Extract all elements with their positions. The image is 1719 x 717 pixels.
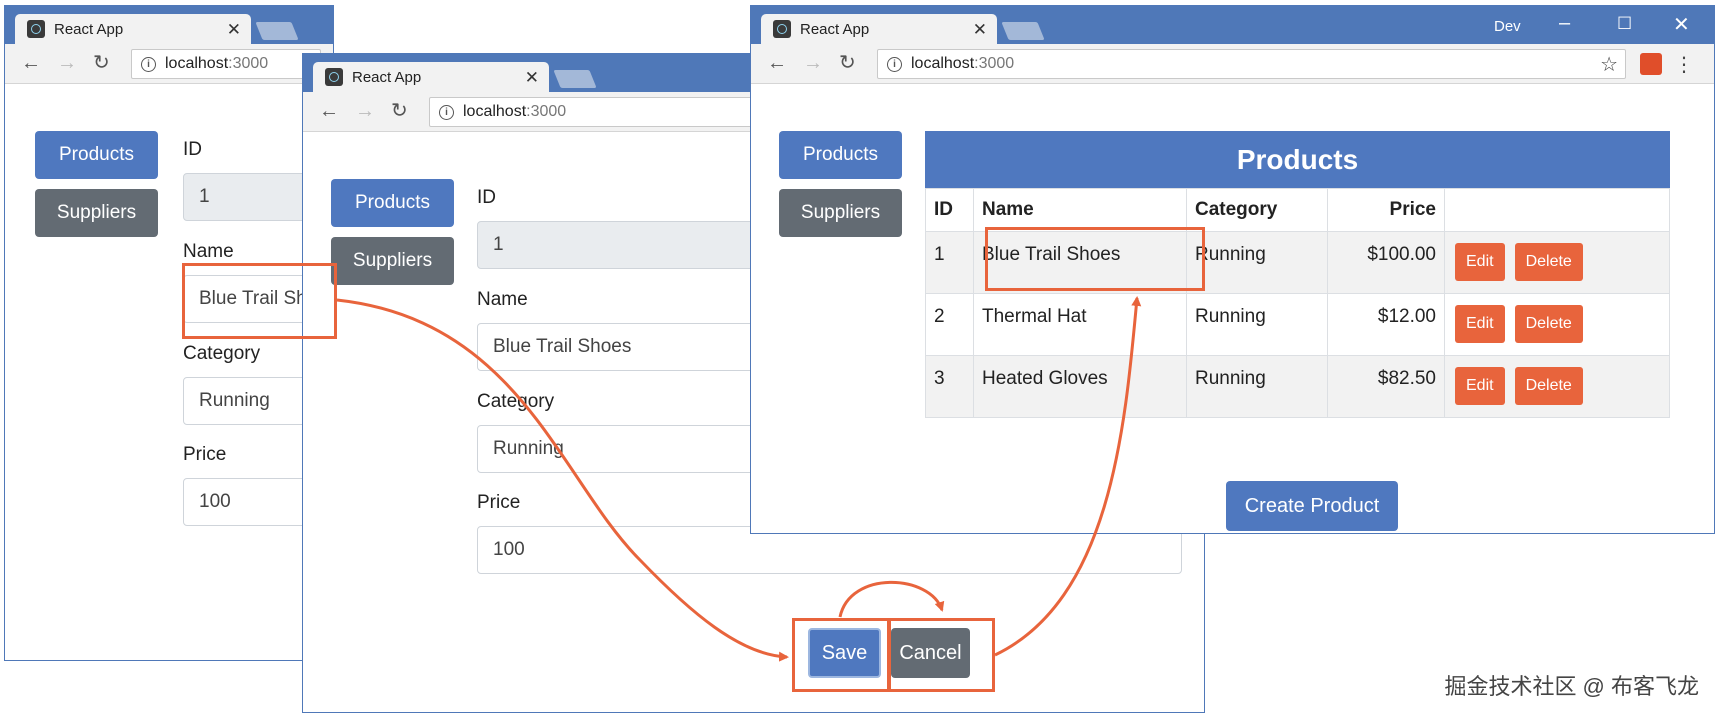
new-tab-button[interactable] (1001, 22, 1045, 40)
column-header-price: Price (1327, 188, 1445, 232)
react-favicon-icon (27, 20, 45, 38)
cell-price: $100.00 (1327, 231, 1445, 294)
cell-actions: Edit Delete (1444, 293, 1670, 356)
url-port: :3000 (526, 103, 567, 120)
react-favicon-icon (773, 20, 791, 38)
browser-window-product-table: React App ✕ Dev – ☐ ✕ ← → ↻ i localhost … (750, 5, 1715, 534)
url-host: localhost (463, 103, 527, 120)
cell-price: $82.50 (1327, 355, 1445, 418)
cell-id: 3 (925, 355, 974, 418)
cell-id: 1 (925, 231, 974, 294)
cell-category: Running (1186, 355, 1328, 418)
back-icon[interactable]: ← (21, 53, 41, 73)
screenshot-stage: React App ✕ ← → ↻ i localhost :3000 Prod… (0, 0, 1719, 717)
new-tab-button[interactable] (255, 22, 299, 40)
column-header-actions (1444, 188, 1670, 232)
tab-close-icon[interactable]: ✕ (525, 69, 539, 86)
highlight-name-field (182, 263, 337, 339)
edit-button[interactable]: Edit (1455, 243, 1505, 281)
site-info-icon[interactable]: i (887, 56, 902, 72)
url-host: localhost (911, 55, 975, 72)
price-label: Price (183, 444, 227, 465)
tab-title: React App (352, 68, 422, 86)
tab-close-icon[interactable]: ✕ (973, 21, 987, 38)
nav-products-button[interactable]: Products (779, 131, 902, 179)
back-icon[interactable]: ← (319, 101, 339, 121)
cell-price: $12.00 (1327, 293, 1445, 356)
highlight-save-button (792, 618, 890, 692)
cell-id: 2 (925, 293, 974, 356)
page-content: Products Suppliers Products ID Name Cate… (751, 85, 1714, 533)
reload-icon[interactable]: ↻ (93, 53, 110, 73)
highlight-updated-row (985, 227, 1205, 291)
browser-tab[interactable]: React App ✕ (313, 62, 549, 92)
column-header-category: Category (1186, 188, 1328, 232)
cell-actions: Edit Delete (1444, 355, 1670, 418)
table-header-row: ID Name Category Price (925, 188, 1670, 232)
page-content: Products Suppliers ID 1 Name Blue Trail … (5, 85, 333, 660)
products-table: ID Name Category Price 1 Blue Trail Shoe… (925, 188, 1670, 418)
bookmark-star-icon[interactable]: ☆ (1600, 52, 1618, 77)
url-port: :3000 (974, 55, 1015, 72)
cell-category: Running (1186, 293, 1328, 356)
delete-button[interactable]: Delete (1514, 305, 1583, 343)
price-label: Price (477, 492, 521, 513)
edit-button[interactable]: Edit (1455, 305, 1505, 343)
browser-toolbar: ← → ↻ i localhost :3000 ☆ ⋮ (751, 44, 1714, 84)
category-label: Category (477, 391, 555, 412)
highlight-cancel-button (888, 618, 995, 692)
nav-suppliers-button[interactable]: Suppliers (779, 189, 902, 237)
browser-tab[interactable]: React App ✕ (761, 14, 997, 44)
reload-icon[interactable]: ↻ (391, 101, 408, 121)
nav-suppliers-button[interactable]: Suppliers (331, 237, 454, 285)
delete-button[interactable]: Delete (1514, 243, 1583, 281)
forward-icon[interactable]: → (803, 53, 823, 73)
back-icon[interactable]: ← (767, 53, 787, 73)
name-label: Name (183, 241, 234, 262)
cell-name: Heated Gloves (973, 355, 1187, 418)
create-product-button[interactable]: Create Product (1226, 481, 1398, 531)
browser-tab[interactable]: React App ✕ (15, 14, 251, 44)
browser-menu-icon[interactable]: ⋮ (1674, 52, 1694, 77)
tab-title: React App (800, 20, 870, 38)
name-label: Name (477, 289, 528, 310)
tab-title: React App (54, 20, 124, 38)
nav-products-button[interactable]: Products (35, 131, 158, 179)
column-header-id: ID (925, 188, 974, 232)
new-tab-button[interactable] (553, 70, 597, 88)
delete-button[interactable]: Delete (1514, 367, 1583, 405)
cell-actions: Edit Delete (1444, 231, 1670, 294)
forward-icon[interactable]: → (355, 101, 375, 121)
nav-products-button[interactable]: Products (331, 179, 454, 227)
tab-close-icon[interactable]: ✕ (227, 21, 241, 38)
close-window-icon[interactable]: ✕ (1673, 12, 1690, 37)
address-bar[interactable]: i localhost :3000 (131, 49, 321, 79)
id-label: ID (477, 187, 496, 208)
profile-label[interactable]: Dev (1494, 18, 1521, 35)
extension-icon[interactable] (1640, 53, 1662, 75)
column-header-name: Name (973, 188, 1187, 232)
browser-toolbar: ← → ↻ i localhost :3000 (5, 44, 333, 84)
cell-name: Thermal Hat (973, 293, 1187, 356)
minimize-icon[interactable]: – (1559, 12, 1570, 35)
reload-icon[interactable]: ↻ (839, 53, 856, 73)
nav-suppliers-button[interactable]: Suppliers (35, 189, 158, 237)
maximize-icon[interactable]: ☐ (1617, 14, 1632, 34)
address-bar[interactable]: i localhost :3000 (877, 49, 1626, 79)
cell-category: Running (1186, 231, 1328, 294)
site-info-icon[interactable]: i (439, 104, 454, 120)
products-heading: Products (925, 131, 1670, 188)
url-port: :3000 (228, 55, 269, 72)
watermark-text: 掘金技术社区 @ 布客飞龙 (1444, 674, 1699, 699)
table-row: 3 Heated Gloves Running $82.50 Edit Delet… (925, 355, 1670, 418)
edit-button[interactable]: Edit (1455, 367, 1505, 405)
url-host: localhost (165, 55, 229, 72)
id-label: ID (183, 139, 202, 160)
site-info-icon[interactable]: i (141, 56, 156, 72)
category-label: Category (183, 343, 261, 364)
react-favicon-icon (325, 68, 343, 86)
forward-icon[interactable]: → (57, 53, 77, 73)
table-row: 2 Thermal Hat Running $12.00 Edit Delete (925, 293, 1670, 356)
